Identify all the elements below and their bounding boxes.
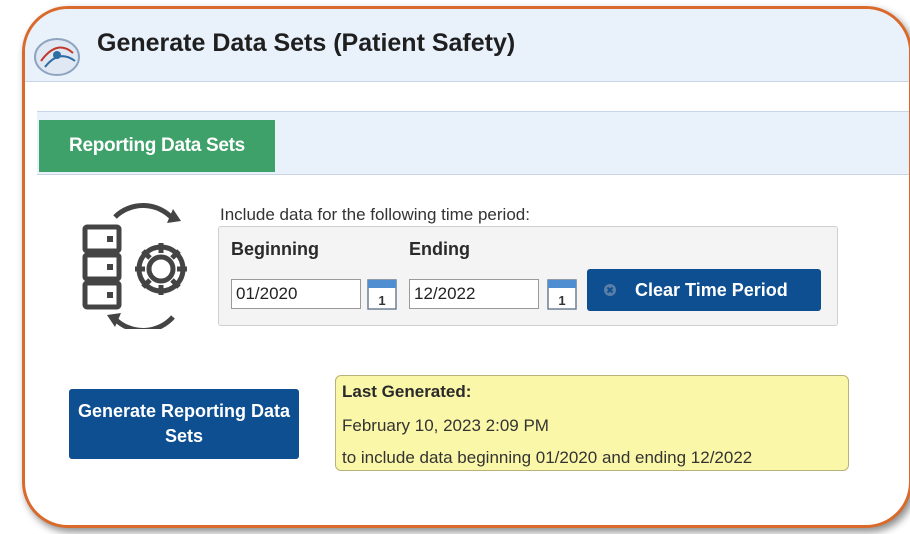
ending-label: Ending: [409, 239, 470, 259]
calendar-day-text: 1: [378, 293, 385, 308]
generate-reporting-data-sets-button[interactable]: Generate Reporting Data Sets: [69, 389, 299, 459]
last-generated-description: to include data beginning 01/2020 and en…: [342, 448, 753, 467]
last-generated-box: Last Generated: February 10, 2023 2:09 P…: [335, 375, 849, 471]
clear-button-label: Clear Time Period: [635, 279, 788, 300]
server-gear-sync-icon: [82, 203, 187, 329]
time-period-instructions: Include data for the following time peri…: [220, 205, 530, 224]
app-logo-icon: [34, 38, 80, 76]
beginning-label: Beginning: [231, 239, 319, 259]
tab-reporting-data-sets[interactable]: Reporting Data Sets: [39, 120, 275, 172]
last-generated-label: Last Generated:: [342, 382, 472, 401]
window-frame: Generate Data Sets (Patient Safety) Repo…: [22, 6, 910, 528]
calendar-day-text: 1: [558, 293, 565, 308]
tab-strip: Reporting Data Sets: [37, 111, 909, 175]
clear-time-period-button[interactable]: Clear Time Period: [587, 269, 821, 311]
close-icon: [604, 284, 616, 296]
ending-date-input[interactable]: [409, 279, 539, 309]
beginning-date-input[interactable]: [231, 279, 361, 309]
calendar-icon[interactable]: 1: [367, 275, 397, 311]
page-title: Generate Data Sets (Patient Safety): [97, 29, 516, 57]
calendar-icon[interactable]: 1: [547, 275, 577, 311]
title-bar: Generate Data Sets (Patient Safety): [25, 9, 909, 82]
time-period-box: Beginning Ending 1 1 Clear Time Period: [218, 226, 838, 326]
last-generated-datetime: February 10, 2023 2:09 PM: [342, 416, 549, 435]
